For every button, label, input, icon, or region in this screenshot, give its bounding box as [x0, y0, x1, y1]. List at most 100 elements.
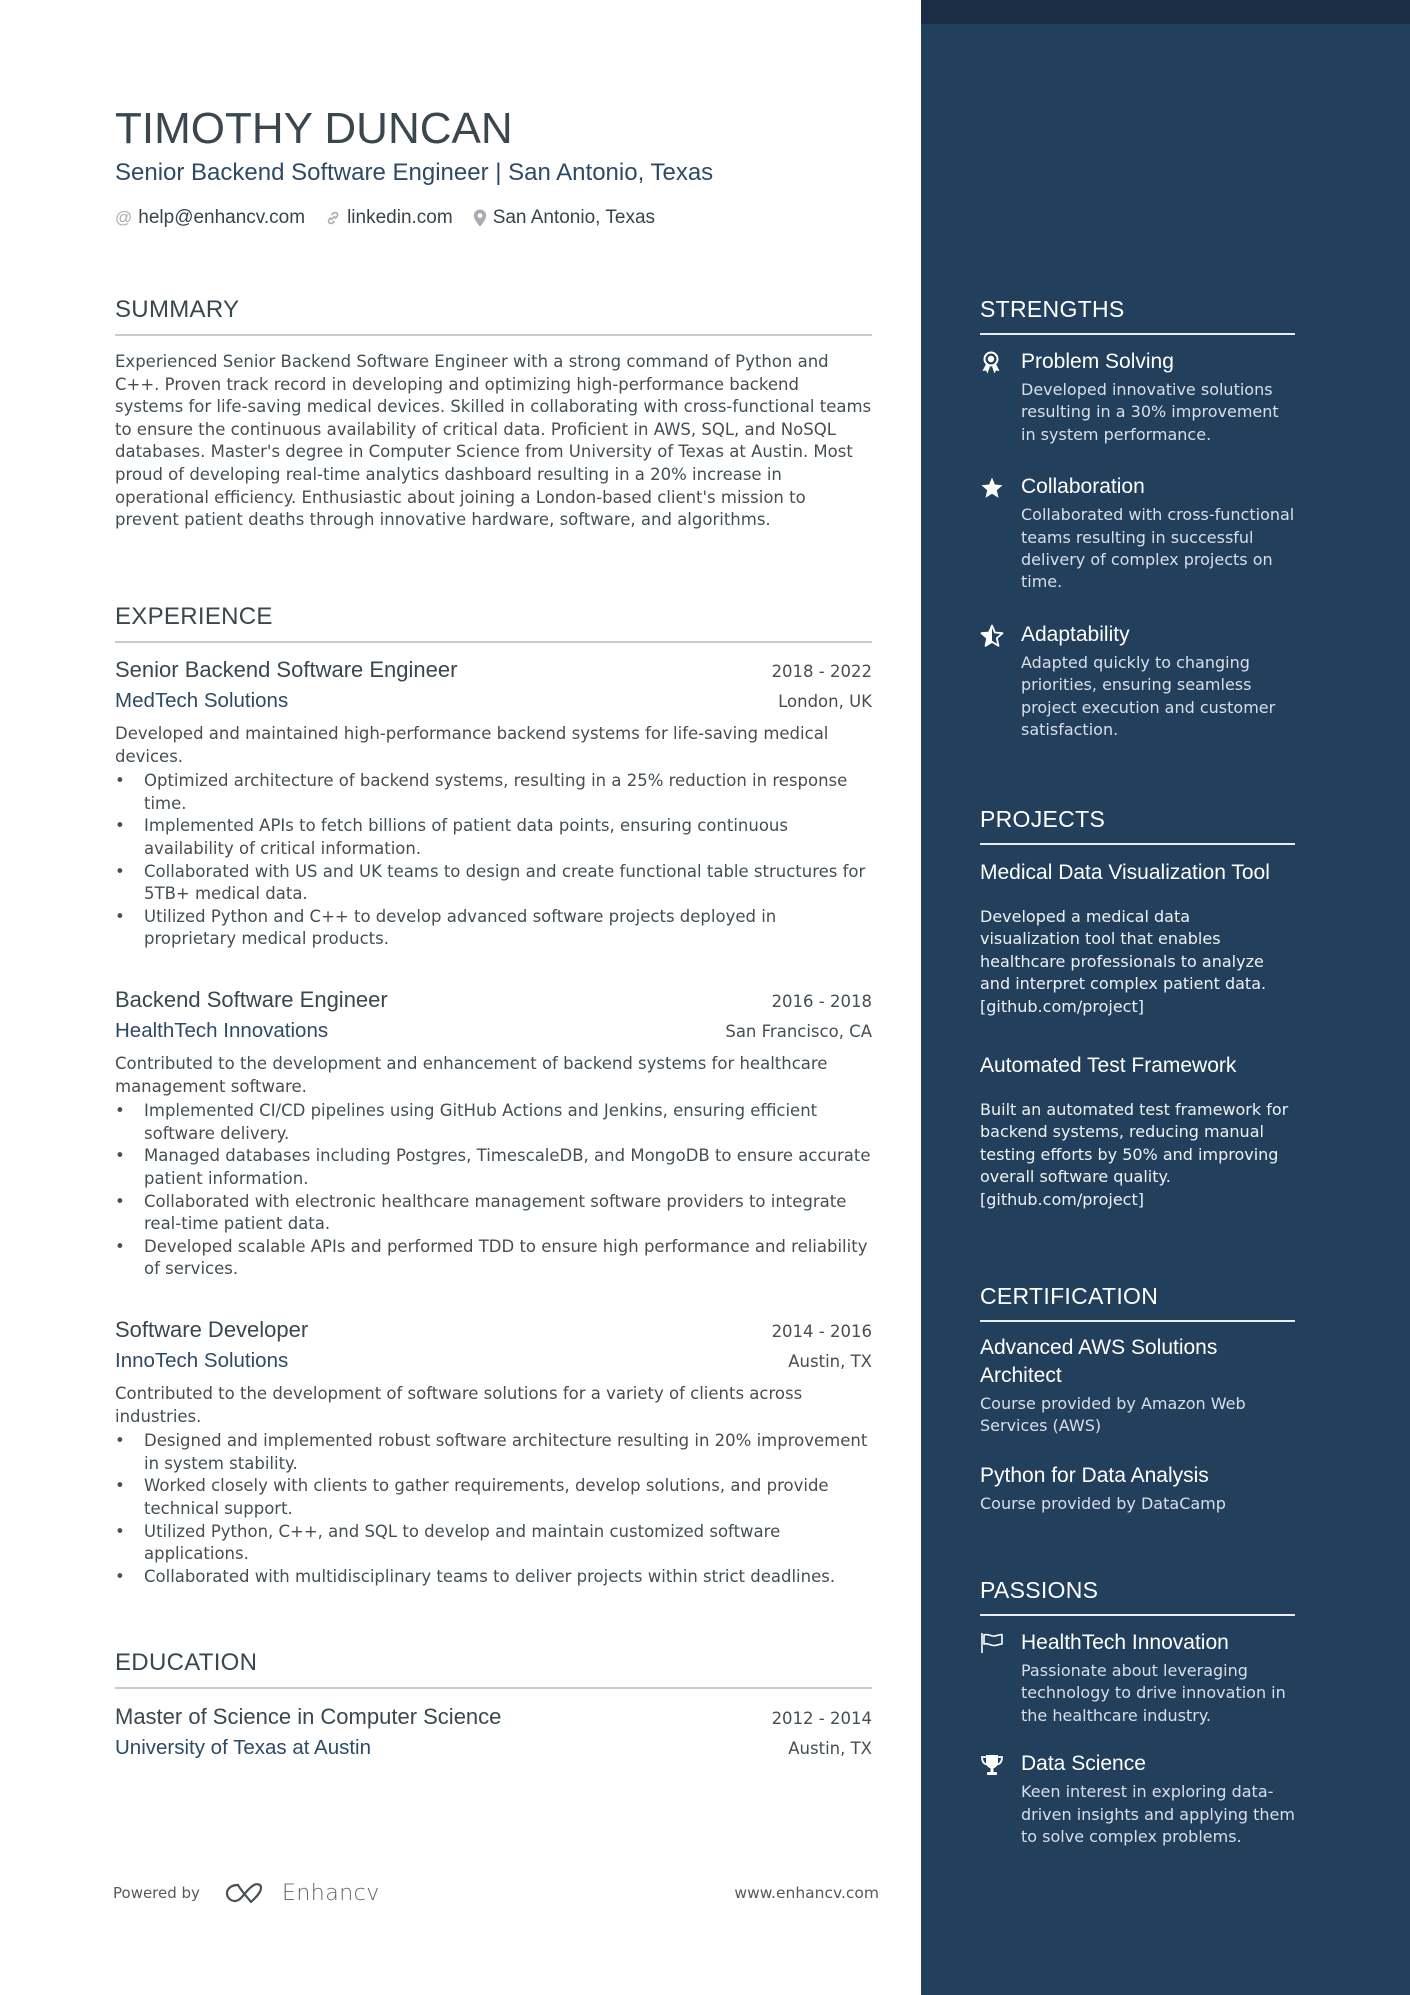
job-achievements: Optimized architecture of backend system… [115, 770, 872, 951]
flag-icon [980, 1629, 1021, 1727]
job-description: Contributed to the development and enhan… [115, 1054, 828, 1096]
job-dates: 2018 - 2022 [771, 662, 872, 681]
at-icon: @ [115, 208, 133, 227]
enhancv-logo[interactable]: Enhancv [224, 1880, 380, 1906]
certification-item: Python for Data Analysis Course provided… [980, 1462, 1295, 1515]
sidebar: STRENGTHS Problem Solving Developed inno… [921, 0, 1410, 1995]
star-icon [980, 473, 1021, 594]
achievement-item: Collaborated with electronic healthcare … [115, 1191, 872, 1236]
contact-email-text: help@enhancv.com [138, 207, 306, 228]
achievement-item: Developed scalable APIs and performed TD… [115, 1236, 872, 1281]
project-description: Built an automated test framework for ba… [980, 1100, 1289, 1209]
company-name: HealthTech Innovations [115, 1019, 329, 1042]
job-location: London, UK [778, 692, 872, 711]
achievement-item: Designed and implemented robust software… [115, 1430, 872, 1475]
strengths-section: STRENGTHS Problem Solving Developed inno… [980, 296, 1295, 741]
job-entry: Software Developer 2014 - 2016 InnoTech … [115, 1317, 872, 1588]
contact-list: @ help@enhancv.com linkedin.com San Anto… [115, 207, 655, 229]
project-title: Automated Test Framework [980, 1054, 1237, 1078]
certification-section: CERTIFICATION Advanced AWS Solutions Arc… [980, 1283, 1295, 1515]
strength-title: Problem Solving [1021, 350, 1174, 373]
passion-title: HealthTech Innovation [1021, 1631, 1229, 1654]
passion-description: Keen interest in exploring data-driven i… [1021, 1782, 1295, 1847]
job-achievements: Designed and implemented robust software… [115, 1430, 872, 1588]
link-icon [325, 210, 341, 226]
certification-heading: CERTIFICATION [980, 1283, 1159, 1309]
job-description: Developed and maintained high-performanc… [115, 724, 829, 766]
job-location: San Francisco, CA [725, 1022, 872, 1041]
passion-title: Data Science [1021, 1752, 1146, 1776]
project-item: Automated Test Framework Built an automa… [980, 1052, 1295, 1211]
half-star-icon [980, 621, 1021, 742]
section-divider [115, 1687, 872, 1689]
section-divider [980, 1614, 1295, 1616]
candidate-headline: Senior Backend Software Engineer | San A… [115, 159, 714, 186]
experience-heading: EXPERIENCE [115, 603, 273, 630]
section-divider [980, 843, 1295, 845]
contact-location: San Antonio, Texas [473, 207, 655, 229]
job-title: Backend Software Engineer [115, 987, 388, 1012]
powered-by: Powered by Enhancv [113, 1880, 380, 1906]
projects-heading: PROJECTS [980, 806, 1106, 832]
job-entry: Backend Software Engineer 2016 - 2018 He… [115, 987, 872, 1281]
section-divider [115, 334, 872, 336]
education-section: EDUCATION [115, 1649, 872, 1689]
passion-description: Passionate about leveraging technology t… [1021, 1661, 1286, 1725]
section-divider [115, 641, 872, 643]
certification-provider: Course provided by Amazon Web Services (… [980, 1394, 1246, 1436]
achievement-item: Managed databases including Postgres, Ti… [115, 1145, 872, 1190]
contact-linkedin-text: linkedin.com [347, 207, 453, 228]
footer: Powered by Enhancv www.enhancv.com [113, 1880, 879, 1906]
enhancv-logo-icon [225, 1883, 263, 1904]
job-location: Austin, TX [788, 1352, 872, 1371]
project-description: Developed a medical data visualization t… [980, 907, 1267, 1016]
strengths-heading: STRENGTHS [980, 296, 1125, 322]
job-dates: 2016 - 2018 [771, 992, 872, 1011]
education-dates: 2012 - 2014 [771, 1709, 872, 1728]
company-name: InnoTech Solutions [115, 1349, 289, 1372]
strength-description: Adapted quickly to changing priorities, … [1021, 652, 1276, 740]
certification-title: Advanced AWS Solutions Architect [980, 1336, 1218, 1387]
job-dates: 2014 - 2016 [771, 1322, 872, 1341]
strength-title: Adaptability [1021, 622, 1130, 646]
education-heading: EDUCATION [115, 1649, 258, 1676]
award-ribbon-icon [980, 348, 1021, 446]
contact-linkedin[interactable]: linkedin.com [325, 207, 453, 229]
passions-heading: PASSIONS [980, 1577, 1099, 1603]
project-title: Medical Data Visualization Tool [980, 861, 1270, 884]
passion-item: Data Science Keen interest in exploring … [980, 1750, 1295, 1848]
location-pin-icon [473, 209, 487, 227]
achievement-item: Worked closely with clients to gather re… [115, 1475, 872, 1520]
strength-item: Adaptability Adapted quickly to changing… [980, 621, 1295, 742]
company-name: MedTech Solutions [115, 689, 289, 712]
section-divider [980, 333, 1295, 335]
certification-item: Advanced AWS Solutions Architect Course … [980, 1334, 1295, 1438]
achievement-item: Utilized Python and C++ to develop advan… [115, 906, 872, 951]
summary-heading: SUMMARY [115, 296, 240, 323]
strength-description: Developed innovative solutions resulting… [1021, 380, 1279, 444]
summary-section: SUMMARY Experienced Senior Backend Softw… [115, 296, 872, 532]
certification-title: Python for Data Analysis [980, 1463, 1209, 1487]
strength-title: Collaboration [1021, 475, 1145, 499]
achievement-item: Implemented APIs to fetch billions of pa… [115, 815, 872, 860]
school-name: University of Texas at Austin [115, 1736, 371, 1759]
contact-email[interactable]: @ help@enhancv.com [115, 207, 305, 229]
achievement-item: Collaborated with multidisciplinary team… [115, 1566, 872, 1589]
achievement-item: Optimized architecture of backend system… [115, 770, 872, 815]
passion-item: HealthTech Innovation Passionate about l… [980, 1629, 1295, 1727]
strength-item: Problem Solving Developed innovative sol… [980, 348, 1295, 446]
candidate-name: TIMOTHY DUNCAN [115, 104, 513, 153]
education-location: Austin, TX [788, 1739, 872, 1758]
job-description: Contributed to the development of softwa… [115, 1384, 803, 1426]
passions-section: PASSIONS HealthTech Innovation Passionat… [980, 1577, 1295, 1848]
job-title: Senior Backend Software Engineer [115, 657, 458, 682]
job-entry: Senior Backend Software Engineer 2018 - … [115, 657, 872, 951]
powered-by-label: Powered by [113, 1884, 200, 1902]
strength-item: Collaboration Collaborated with cross-fu… [980, 473, 1295, 594]
experience-section: EXPERIENCE [115, 603, 872, 643]
achievement-item: Implemented CI/CD pipelines using GitHub… [115, 1100, 872, 1145]
strength-description: Collaborated with cross-functional teams… [1021, 505, 1295, 592]
website-link[interactable]: www.enhancv.com [734, 1884, 879, 1902]
enhancv-brand-name: Enhancv [281, 1880, 380, 1906]
achievement-item: Collaborated with US and UK teams to des… [115, 861, 872, 906]
